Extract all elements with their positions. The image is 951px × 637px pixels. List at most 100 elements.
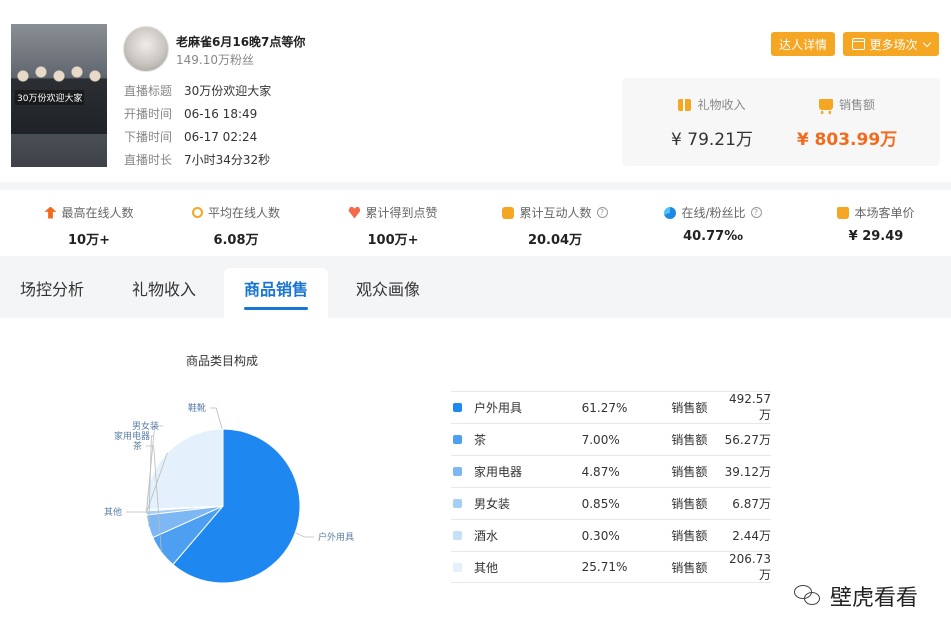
stat-label-row: 平均在线人数 xyxy=(161,204,311,221)
legend-color-swatch xyxy=(453,562,462,572)
help-icon[interactable]: ? xyxy=(750,207,762,218)
stat-value: 100万+ xyxy=(367,233,419,248)
category-legend-table: 户外用具 61.27% 销售额 492.57万 茶 7.00% 销售额 56.2… xyxy=(451,391,771,583)
streamer-detail-button[interactable]: 达人详情 xyxy=(771,32,835,56)
help-icon[interactable]: ? xyxy=(596,207,608,218)
more-sessions-label: 更多场次 xyxy=(869,37,918,52)
sales-revenue-label: 销售额 xyxy=(838,98,875,112)
info-row-title: 直播标题 30万份欢迎大家 xyxy=(124,79,271,102)
bag-icon xyxy=(837,206,850,219)
tab-audience-profile[interactable]: 观众画像 xyxy=(356,276,420,304)
average-icon xyxy=(191,207,203,218)
gift-icon xyxy=(678,98,692,111)
cover-caption: 30万份欢迎大家 xyxy=(15,90,85,105)
heart-icon xyxy=(348,206,361,219)
more-sessions-button[interactable]: 更多场次 xyxy=(843,32,939,56)
pie-leader-line xyxy=(295,532,314,538)
sales-revenue-value: ¥ 803.99万 xyxy=(796,130,898,150)
live-cover-image[interactable]: 30万份欢迎大家 xyxy=(11,24,107,167)
stat-label-row: 累计得到点赞 xyxy=(318,204,468,221)
stat-label: 最高在线人数 xyxy=(61,206,134,220)
watermark-text: 壁虎看看 xyxy=(829,586,918,611)
pie-label: 其他 xyxy=(104,506,122,518)
legend-amount: 492.57万 xyxy=(729,392,771,422)
legend-percent: 4.87% xyxy=(581,464,620,479)
legend-color-swatch xyxy=(453,531,462,540)
info-label: 直播时长 xyxy=(124,153,173,167)
legend-color-swatch xyxy=(453,467,462,476)
info-value: 06-17 02:24 xyxy=(184,129,258,144)
tab-product-sales[interactable]: 商品销售 xyxy=(244,276,309,310)
legend-category: 茶 xyxy=(473,433,486,447)
pie-label: 男女装 xyxy=(132,420,159,432)
info-value: 30万份欢迎大家 xyxy=(184,84,272,98)
stat-label-row: 累计互动人数 ? xyxy=(480,204,630,221)
live-detail-page: 30万份欢迎大家 老麻雀6月16晚7点等你 149.10万粉丝 直播标题 30万… xyxy=(0,0,951,637)
legend-row[interactable]: 酒水 0.30% 销售额 2.44万 xyxy=(451,519,771,551)
stat-label: 累计互动人数 xyxy=(519,206,592,220)
legend-sales-label: 销售额 xyxy=(671,401,708,415)
info-label: 直播标题 xyxy=(124,84,173,98)
tabs-bar: 场控分析 礼物收入 商品销售 观众画像 xyxy=(0,256,951,318)
stat-label: 累计得到点赞 xyxy=(365,206,438,220)
info-row-duration: 直播时长 7小时34分32秒 xyxy=(124,148,271,171)
legend-row[interactable]: 其他 25.71% 销售额 206.73万 xyxy=(451,551,771,583)
legend-percent: 7.00% xyxy=(581,432,620,447)
stats-bar: 最高在线人数 10万+ 平均在线人数 6.08万 累计得到点赞 100万+ 累计… xyxy=(0,182,951,256)
fans-count: 149.10万粉丝 xyxy=(176,53,254,67)
stat-max-online: 最高在线人数 10万+ xyxy=(14,204,164,248)
legend-sales-label: 销售额 xyxy=(671,560,708,575)
stat-value: 40.77‰ xyxy=(683,229,743,244)
product-sales-panel: 商品类目构成 户外用具 其他茶家用电器 男女装 鞋靴 户外用具 61.27% 销售额 … xyxy=(0,318,951,637)
stat-label-row: 本场客单价 xyxy=(801,204,951,221)
live-info: 直播标题 30万份欢迎大家 开播时间 06-16 18:49 下播时间 06-1… xyxy=(124,79,271,171)
legend-amount: 6.87万 xyxy=(732,497,771,511)
legend-category: 其他 xyxy=(473,560,498,575)
legend-row[interactable]: 家用电器 4.87% 销售额 39.12万 xyxy=(451,455,771,487)
legend-color-swatch xyxy=(453,435,462,444)
arrow-up-icon xyxy=(44,206,57,219)
gift-revenue-value: ¥ 79.21万 xyxy=(671,130,753,150)
legend-percent: 0.85% xyxy=(581,496,620,511)
streamer-name[interactable]: 老麻雀6月16晚7点等你 xyxy=(176,33,305,50)
legend-amount: 206.73万 xyxy=(729,551,771,582)
legend-category: 家用电器 xyxy=(473,465,522,479)
legend-row[interactable]: 男女装 0.85% 销售额 6.87万 xyxy=(451,487,771,519)
legend-sales-label: 销售额 xyxy=(671,465,708,479)
legend-sales-label: 销售额 xyxy=(671,529,708,543)
legend-amount: 39.12万 xyxy=(724,465,771,479)
gift-revenue-label: 礼物收入 xyxy=(697,98,746,112)
sales-revenue: 销售额 ¥ 803.99万 xyxy=(782,96,912,150)
stat-value: 6.08万 xyxy=(213,233,259,248)
avatar[interactable] xyxy=(123,26,169,72)
tab-list: 场控分析 礼物收入 商品销售 观众画像 xyxy=(0,268,951,318)
stat-label-row: 最高在线人数 xyxy=(14,204,164,221)
stat-label: 平均在线人数 xyxy=(207,206,280,220)
legend-row[interactable]: 户外用具 61.27% 销售额 492.57万 xyxy=(451,391,771,423)
legend-sales-label: 销售额 xyxy=(671,497,708,511)
legend-percent: 61.27% xyxy=(581,400,628,415)
revenue-summary: 礼物收入 ¥ 79.21万 销售额 ¥ 803.99万 xyxy=(622,78,940,166)
calendar-icon xyxy=(852,38,866,50)
stat-label-row: 在线/粉丝比 ? xyxy=(638,204,788,221)
legend-category: 户外用具 xyxy=(473,401,522,415)
stat-interactions: 累计互动人数 ? 20.04万 xyxy=(480,204,630,248)
legend-percent: 0.30% xyxy=(581,528,620,543)
pie-label: 鞋靴 xyxy=(188,402,206,414)
legend-color-swatch xyxy=(453,499,462,508)
info-row-end: 下播时间 06-17 02:24 xyxy=(124,125,271,148)
pie-label: 户外用具 xyxy=(318,531,354,543)
gift-revenue: 礼物收入 ¥ 79.21万 xyxy=(647,96,777,150)
info-label: 下播时间 xyxy=(124,130,173,144)
legend-row[interactable]: 茶 7.00% 销售额 56.27万 xyxy=(451,423,771,455)
wechat-watermark: 壁虎看看 xyxy=(793,580,918,612)
stat-avg-online: 平均在线人数 6.08万 xyxy=(161,204,311,248)
stat-value: 20.04万 xyxy=(527,233,583,248)
stat-online-fans-ratio: 在线/粉丝比 ? 40.77‰ xyxy=(638,204,788,244)
tab-gift-income[interactable]: 礼物收入 xyxy=(132,276,196,304)
tab-control-analysis[interactable]: 场控分析 xyxy=(20,276,84,304)
chat-icon xyxy=(502,206,515,219)
legend-sales-label: 销售额 xyxy=(671,433,708,447)
pie-icon xyxy=(664,206,677,219)
stat-label: 本场客单价 xyxy=(854,206,915,220)
